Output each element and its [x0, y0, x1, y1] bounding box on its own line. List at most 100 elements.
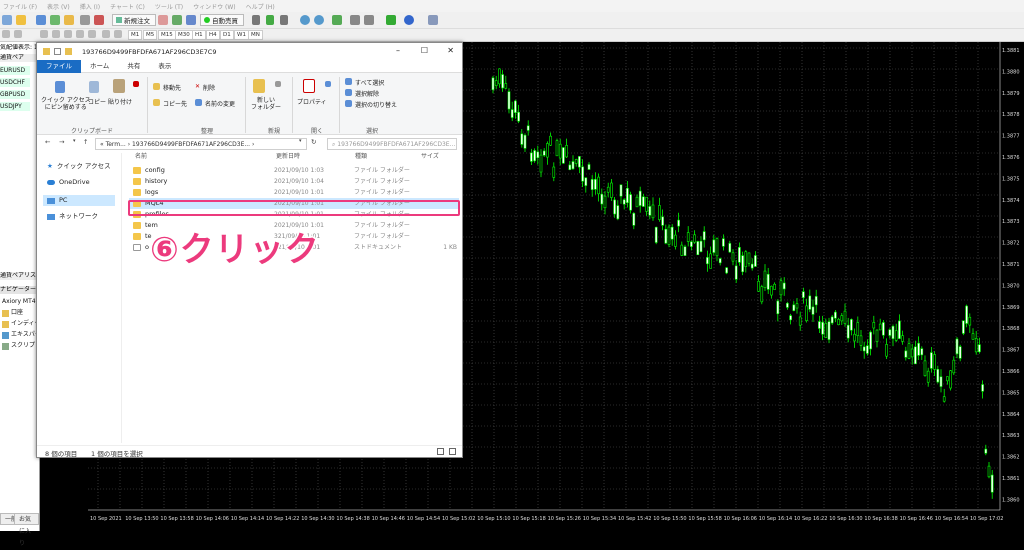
col-size[interactable]: サイズ: [421, 151, 439, 163]
address-bar[interactable]: « Term... › 193766D9499FBFDFA671AF296CD3…: [95, 138, 307, 150]
open-icon[interactable]: [325, 81, 331, 87]
trendline-icon[interactable]: [64, 30, 72, 38]
menu-chart[interactable]: チャート (C): [110, 2, 145, 11]
symbol-row[interactable]: EURUSD: [0, 66, 30, 75]
large-icons-view-icon[interactable]: [449, 448, 456, 455]
new-chart-icon[interactable]: [2, 15, 12, 25]
copy-icon[interactable]: [89, 81, 99, 93]
nav-experts[interactable]: エキスパー: [2, 330, 40, 340]
menu-window[interactable]: ウィンドウ (W): [193, 2, 236, 11]
metaeditor-icon[interactable]: [158, 15, 168, 25]
col-name[interactable]: 名前: [135, 151, 147, 163]
label-icon[interactable]: [114, 30, 122, 38]
menu-view[interactable]: 表示 (V): [47, 2, 70, 11]
experts-icon[interactable]: [172, 15, 182, 25]
bar-chart-icon[interactable]: [252, 15, 260, 25]
new-order-button[interactable]: 新規注文: [112, 14, 156, 26]
indicators-icon[interactable]: [386, 15, 396, 25]
select-all-button[interactable]: すべて選択: [355, 78, 384, 87]
tf-m5[interactable]: M5: [143, 30, 158, 40]
delete-button[interactable]: 削除: [203, 83, 215, 92]
tf-m30[interactable]: M30: [175, 30, 193, 40]
maximize-icon[interactable]: ☐: [421, 46, 428, 55]
vline-icon[interactable]: [40, 30, 48, 38]
nav-pc[interactable]: PC: [43, 195, 115, 206]
templates-icon[interactable]: [428, 15, 438, 25]
tf-h1[interactable]: H1: [192, 30, 206, 40]
forward-icon[interactable]: →: [59, 138, 64, 146]
profiles-icon[interactable]: [16, 15, 26, 25]
hline-icon[interactable]: [52, 30, 60, 38]
up-icon[interactable]: ↑: [83, 138, 88, 146]
paste-icon[interactable]: [113, 79, 125, 93]
invert-selection-button[interactable]: 選択の切り替え: [355, 100, 397, 109]
col-date[interactable]: 更新日時: [276, 151, 300, 163]
nav-onedrive[interactable]: OneDrive: [47, 177, 119, 188]
signals-icon[interactable]: [186, 15, 196, 25]
search-box[interactable]: ⌕ 193766D9499FBFDFA671AF296CD3E...: [327, 138, 457, 150]
tf-mn[interactable]: MN: [248, 30, 263, 40]
tf-m15[interactable]: M15: [158, 30, 176, 40]
properties-button[interactable]: プロパティ: [297, 97, 327, 106]
tf-d1[interactable]: D1: [220, 30, 234, 40]
autoscroll-icon[interactable]: [350, 15, 360, 25]
cut-icon[interactable]: [133, 81, 139, 87]
nav-scripts[interactable]: スクリプト: [2, 341, 40, 351]
navigator-icon[interactable]: [64, 15, 74, 25]
text-icon[interactable]: [102, 30, 110, 38]
close-icon[interactable]: ✕: [447, 46, 454, 55]
pin-label[interactable]: クイック アクセス にピン留めする: [41, 97, 91, 111]
symbol-list-tab[interactable]: 通貨ペアリスト: [0, 272, 40, 280]
new-folder-icon[interactable]: [253, 79, 265, 93]
nav-quick-access[interactable]: ★ クイック アクセス: [47, 161, 119, 172]
channel-icon[interactable]: [76, 30, 84, 38]
tile-windows-icon[interactable]: [332, 15, 342, 25]
nav-network[interactable]: ネットワーク: [47, 211, 119, 222]
menu-insert[interactable]: 挿入 (I): [80, 2, 100, 11]
tab-favorites[interactable]: お気に入り: [14, 513, 39, 547]
auto-trade-button[interactable]: 自動売買: [200, 14, 244, 26]
file-row[interactable]: history 2021/09/10 1:04 ファイル フォルダー: [129, 176, 459, 187]
symbol-row[interactable]: GBPUSD: [0, 90, 30, 99]
quick-folder-icon[interactable]: [65, 48, 72, 55]
nav-account-root[interactable]: Axiory MT4: [2, 297, 40, 307]
address-dropdown-icon[interactable]: ▾: [299, 138, 302, 144]
crosshair-icon[interactable]: [14, 30, 22, 38]
check-icon[interactable]: [54, 48, 61, 55]
recent-icon[interactable]: ▾: [73, 138, 76, 144]
new-folder-button[interactable]: 新しい フォルダー: [251, 97, 281, 111]
fibo-icon[interactable]: [88, 30, 96, 38]
data-window-icon[interactable]: [50, 15, 60, 25]
properties-icon[interactable]: [303, 79, 315, 93]
tab-home[interactable]: ホーム: [81, 60, 118, 73]
copy-to-button[interactable]: コピー先: [163, 99, 187, 108]
menu-file[interactable]: ファイル (F): [3, 2, 37, 11]
tab-share[interactable]: 共有: [118, 60, 149, 73]
nav-accounts[interactable]: 口座: [2, 308, 40, 318]
pin-icon[interactable]: [55, 81, 65, 93]
paste-label[interactable]: 貼り付け: [108, 97, 132, 106]
candle-chart-icon[interactable]: [266, 15, 274, 25]
periods-icon[interactable]: [404, 15, 414, 25]
col-type[interactable]: 種類: [355, 151, 367, 163]
zoom-out-icon[interactable]: [314, 15, 324, 25]
copy-label[interactable]: コピー: [88, 97, 106, 106]
tab-file[interactable]: ファイル: [37, 59, 81, 73]
tf-m1[interactable]: M1: [128, 30, 143, 40]
tab-view[interactable]: 表示: [149, 60, 180, 73]
nav-indicators[interactable]: インディケ: [2, 319, 40, 329]
menu-help[interactable]: ヘルプ (H): [246, 2, 275, 11]
menu-tools[interactable]: ツール (T): [155, 2, 183, 11]
back-icon[interactable]: ←: [45, 138, 50, 146]
select-none-button[interactable]: 選択解除: [355, 89, 379, 98]
tf-h4[interactable]: H4: [206, 30, 220, 40]
zoom-in-icon[interactable]: [300, 15, 310, 25]
market-watch-icon[interactable]: [36, 15, 46, 25]
tf-w1[interactable]: W1: [234, 30, 249, 40]
cursor-icon[interactable]: [2, 30, 10, 38]
details-view-icon[interactable]: [437, 448, 444, 455]
file-row[interactable]: logs 2021/09/10 1:01 ファイル フォルダー: [129, 187, 459, 198]
minimize-icon[interactable]: –: [396, 46, 400, 55]
symbol-row[interactable]: USDCHF: [0, 78, 30, 87]
symbol-row[interactable]: USDJPY: [0, 102, 30, 111]
